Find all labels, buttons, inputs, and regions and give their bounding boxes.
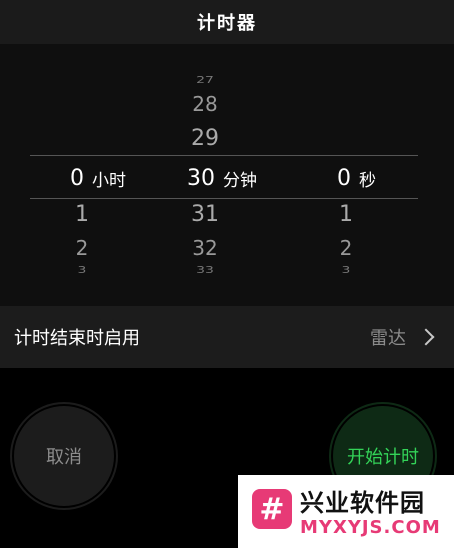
selection-line-top	[30, 155, 418, 156]
hour-option-3[interactable]: 3	[52, 264, 112, 275]
hour-option-1[interactable]: 1	[52, 202, 112, 227]
start-label: 开始计时	[347, 447, 419, 468]
seconds-selected[interactable]: 0 秒	[337, 158, 376, 198]
minute-option-31[interactable]: 31	[175, 202, 235, 227]
watermark-logo-icon: #	[252, 489, 292, 529]
minute-option-33[interactable]: 33	[175, 264, 235, 275]
second-option-1[interactable]: 1	[316, 202, 376, 227]
nav-bar: 计时器	[0, 0, 454, 44]
cancel-button[interactable]: 取消	[14, 406, 114, 506]
second-option-2[interactable]: 2	[316, 236, 376, 260]
hour-option-2[interactable]: 2	[52, 236, 112, 260]
hours-value: 0	[70, 165, 84, 191]
chevron-right-icon	[417, 328, 435, 346]
minute-option-28[interactable]: 28	[175, 92, 235, 116]
minute-option-29[interactable]: 29	[175, 126, 235, 151]
minutes-unit: 分钟	[223, 170, 257, 191]
when-timer-ends-label: 计时结束时启用	[14, 328, 140, 349]
watermark-logo-glyph: #	[259, 491, 285, 527]
seconds-value: 0	[337, 165, 351, 191]
second-option-3[interactable]: 3	[316, 264, 376, 275]
cancel-label: 取消	[46, 447, 82, 468]
minute-option-32[interactable]: 32	[175, 236, 235, 260]
hours-selected[interactable]: 0 小时	[70, 158, 126, 198]
hours-unit: 小时	[92, 170, 126, 191]
watermark: # 兴业软件园 MYXYJS.COM	[238, 475, 454, 548]
watermark-title: 兴业软件园	[300, 489, 425, 517]
when-timer-ends-row[interactable]: 计时结束时启用 雷达	[0, 306, 454, 368]
seconds-unit: 秒	[359, 170, 376, 191]
page-title: 计时器	[197, 13, 257, 34]
ringtone-value: 雷达	[370, 328, 406, 349]
watermark-subtitle: MYXYJS.COM	[300, 517, 441, 538]
minute-option-27[interactable]: 27	[175, 74, 235, 85]
picker-selected-row: 0 小时 30 分钟 0 秒	[0, 158, 454, 198]
selection-line-bottom	[30, 198, 418, 199]
minutes-selected[interactable]: 30 分钟	[187, 158, 257, 198]
minutes-value: 30	[187, 165, 215, 191]
